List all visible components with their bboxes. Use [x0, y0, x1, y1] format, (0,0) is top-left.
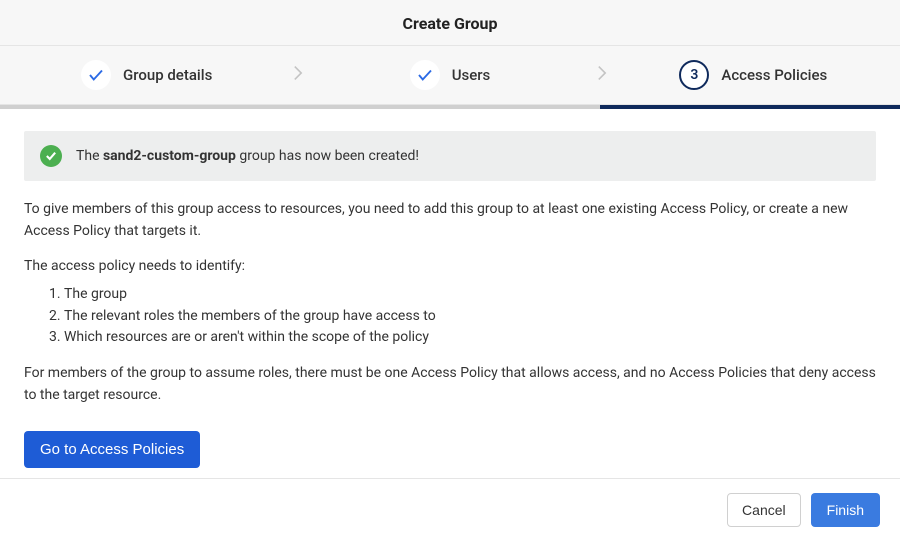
step-users[interactable]: Users — [303, 60, 596, 90]
list-intro: The access policy needs to identify: — [24, 256, 876, 278]
step-label: Group details — [123, 66, 212, 84]
alert-prefix: The — [76, 148, 103, 164]
modal-footer: Cancel Finish — [0, 478, 900, 541]
finish-button[interactable]: Finish — [811, 493, 880, 527]
go-to-access-policies-button[interactable]: Go to Access Policies — [24, 431, 200, 468]
step-label: Access Policies — [721, 66, 827, 84]
success-alert: The sand2-custom-group group has now bee… — [24, 131, 876, 181]
chevron-right-icon — [293, 65, 303, 85]
check-icon — [410, 60, 440, 90]
cancel-button[interactable]: Cancel — [727, 493, 801, 527]
page-title: Create Group — [0, 14, 900, 33]
alert-suffix: group has now been created! — [236, 148, 419, 164]
requirements-block: The access policy needs to identify: The… — [24, 256, 876, 349]
note-paragraph: For members of the group to assume roles… — [24, 363, 876, 406]
step-group-details[interactable]: Group details — [0, 60, 293, 90]
step-label: Users — [452, 66, 491, 84]
success-check-icon — [40, 145, 62, 167]
step-number-badge: 3 — [679, 60, 709, 90]
intro-paragraph: To give members of this group access to … — [24, 199, 876, 242]
content-area: The sand2-custom-group group has now bee… — [0, 109, 900, 478]
requirements-list: The group The relevant roles the members… — [24, 284, 876, 349]
step-access-policies[interactable]: 3 Access Policies — [607, 60, 900, 90]
list-item: The relevant roles the members of the gr… — [64, 306, 876, 328]
list-item: Which resources are or aren't within the… — [64, 327, 876, 349]
modal-header: Create Group — [0, 0, 900, 46]
alert-message: The sand2-custom-group group has now bee… — [76, 148, 419, 164]
chevron-right-icon — [597, 65, 607, 85]
check-icon — [81, 60, 111, 90]
alert-group-name: sand2-custom-group — [103, 148, 236, 164]
stepper: Group details Users 3 Access Policies — [0, 46, 900, 105]
list-item: The group — [64, 284, 876, 306]
